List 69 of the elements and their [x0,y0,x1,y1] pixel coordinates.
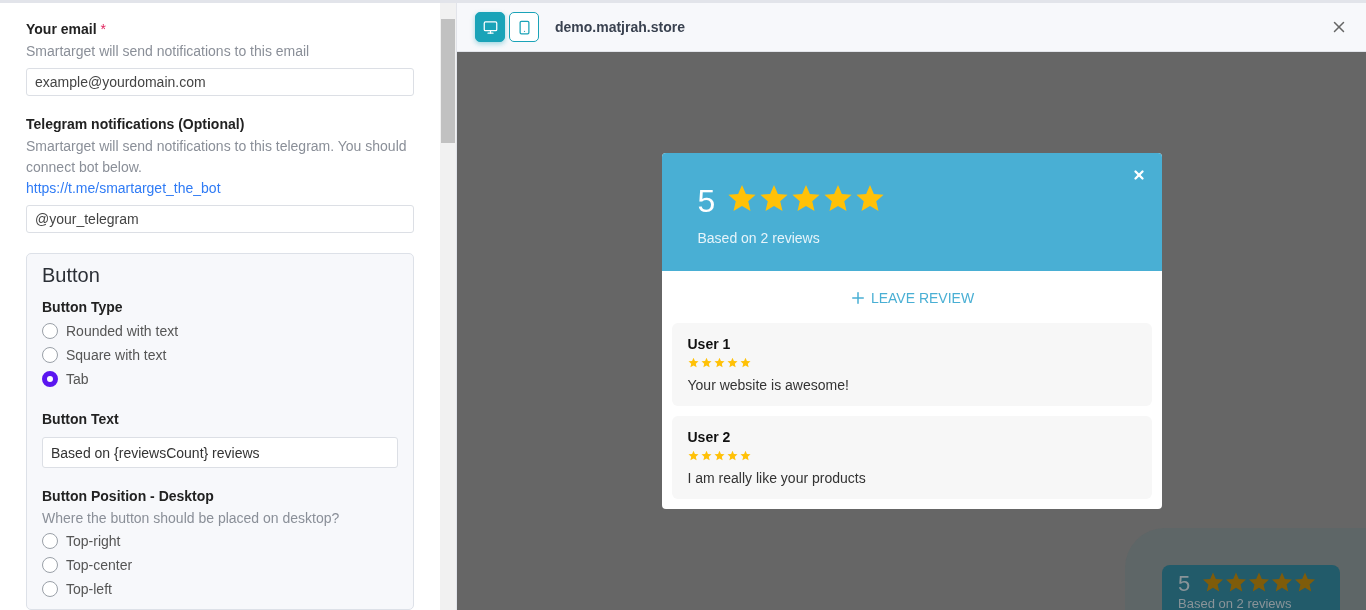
field-label: Your email * [26,21,107,37]
radio-label: Top-center [66,557,133,573]
star-icon [791,183,822,213]
star-icon [687,357,699,368]
star-icon [700,357,712,368]
domain-label: demo.matjrah.store [555,19,685,35]
close-button[interactable] [1131,168,1146,182]
star-icon [727,183,758,213]
rating-score: 5 [697,183,716,220]
scrollbar-thumb[interactable] [441,19,455,143]
radio-button[interactable] [42,323,58,339]
monitor-icon [482,19,498,35]
star-icon [739,357,751,368]
rating-score: 5 [1178,571,1191,597]
required-mark: * [100,21,106,37]
radio-option[interactable]: Rounded with text [42,319,398,343]
review-text: Your website is awesome! [687,377,850,393]
bot-link[interactable]: https://t.me/smartarget_the_bot [26,180,221,197]
desktop-view-button[interactable] [475,12,505,42]
radio-label: Tab [66,371,89,387]
star-icon [1294,571,1317,593]
radio-label: Top-left [66,581,112,597]
radio-button[interactable] [42,347,58,363]
review-text: I am really like your products [687,470,867,486]
radio-option[interactable]: Top-right [42,529,398,553]
radio-label: Square with text [66,347,167,363]
rating-summary: Based on 2 reviews [1178,597,1292,610]
input-field[interactable]: example@yourdomain.com [26,68,414,96]
radio-option[interactable]: Tab [42,367,398,391]
mobile-view-button[interactable] [509,12,539,42]
radio-label: Top-right [66,533,121,549]
star-icon [1225,571,1248,593]
star-icon [687,450,699,461]
radio-option[interactable]: Square with text [42,343,398,367]
star-icon [713,450,725,461]
star-icon [1248,571,1271,593]
field-label: Button Position - Desktop [42,488,215,504]
star-icon [1271,571,1294,593]
star-icon [726,450,738,461]
radio-option[interactable]: Top-left [42,577,398,601]
star-icon [759,183,790,213]
star-icon [739,450,751,461]
field-hint: Smartarget will send notifications to this telegram. You should connect bot below. [26,137,408,178]
radio-button[interactable] [42,557,58,573]
field-label: Button Type [42,299,124,315]
radio-button[interactable] [42,581,58,597]
radio-label: Rounded with text [66,323,179,339]
star-icon [726,357,738,368]
star-icon [855,183,886,213]
radio-button[interactable] [42,533,58,549]
field-label: Telegram notifications (Optional) [26,116,246,133]
card-title: Button [42,264,101,287]
star-icon [700,450,712,461]
scrollbar[interactable] [440,3,456,610]
star-icon [1202,571,1225,593]
close-icon [1131,168,1146,182]
rating-summary: Based on 2 reviews [697,230,821,246]
radio-button[interactable] [42,371,58,387]
star-icon [713,357,725,368]
radio-option[interactable]: Top-center [42,553,398,577]
star-icon [823,183,854,213]
reviewer-name: User 1 [687,336,732,352]
input-field[interactable]: @your_telegram [26,205,414,233]
field-hint: Smartarget will send notifications to this email [26,42,311,61]
reviewer-name: User 2 [687,429,732,445]
input-field[interactable]: Based on {reviewsCount} reviews [42,437,398,468]
phone-icon [516,19,532,35]
field-label: Button Text [42,411,120,427]
field-hint: Where the button should be placed on desktop? [42,509,341,528]
